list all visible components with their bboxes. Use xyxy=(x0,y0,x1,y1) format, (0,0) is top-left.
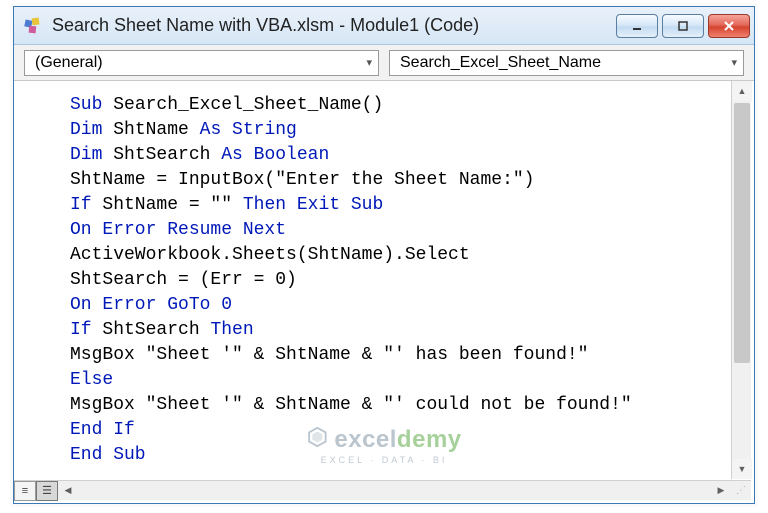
dropdown-bar: (General) ▾ Search_Excel_Sheet_Name ▾ xyxy=(14,45,754,81)
vertical-scrollbar[interactable]: ▲ ▼ xyxy=(731,81,751,479)
scroll-track[interactable] xyxy=(78,481,711,501)
code-area: Sub Search_Excel_Sheet_Name() Dim ShtNam… xyxy=(14,81,754,503)
window-controls xyxy=(616,14,750,38)
app-icon xyxy=(22,15,44,37)
titlebar: Search Sheet Name with VBA.xlsm - Module… xyxy=(14,7,754,45)
vba-code-window: Search Sheet Name with VBA.xlsm - Module… xyxy=(13,6,755,504)
minimize-button[interactable] xyxy=(616,14,658,38)
procedure-dropdown[interactable]: Search_Excel_Sheet_Name ▾ xyxy=(389,50,744,76)
procedure-dropdown-value: Search_Excel_Sheet_Name xyxy=(400,54,601,72)
procedure-view-button[interactable]: ≡ xyxy=(14,481,36,501)
maximize-button[interactable] xyxy=(662,14,704,38)
chevron-down-icon: ▾ xyxy=(731,56,737,69)
window-title: Search Sheet Name with VBA.xlsm - Module… xyxy=(52,15,616,36)
scroll-thumb[interactable] xyxy=(734,103,750,363)
close-button[interactable] xyxy=(708,14,750,38)
resize-grip-icon: ⋰ xyxy=(731,481,751,501)
code-editor[interactable]: Sub Search_Excel_Sheet_Name() Dim ShtNam… xyxy=(14,81,730,479)
scroll-down-button[interactable]: ▼ xyxy=(732,459,752,479)
scroll-up-button[interactable]: ▲ xyxy=(732,81,752,101)
object-dropdown-value: (General) xyxy=(35,54,103,72)
chevron-down-icon: ▾ xyxy=(366,56,372,69)
horizontal-scrollbar: ≡ ☰ ◀ ▶ ⋰ xyxy=(14,480,751,500)
scroll-right-button[interactable]: ▶ xyxy=(711,481,731,501)
object-dropdown[interactable]: (General) ▾ xyxy=(24,50,379,76)
full-module-view-button[interactable]: ☰ xyxy=(36,481,58,501)
view-toggle: ≡ ☰ xyxy=(14,481,58,501)
scroll-left-button[interactable]: ◀ xyxy=(58,481,78,501)
